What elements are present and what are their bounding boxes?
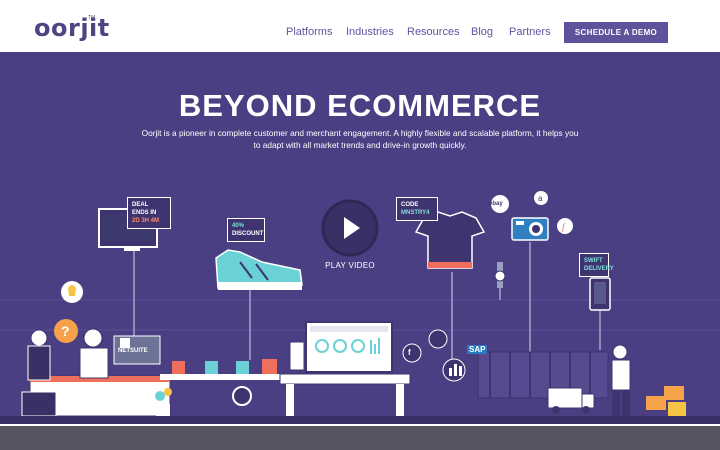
lightbulb-icon [61, 281, 83, 303]
ebay-logo: ebay [489, 201, 503, 207]
hero-subtitle: Oorjit is a pioneer in complete customer… [141, 128, 579, 150]
facebook-icon [402, 343, 422, 363]
smartwatch-icon [494, 262, 506, 288]
conveyor-packages [160, 359, 300, 406]
svg-text:a: a [538, 194, 543, 203]
play-video-button[interactable] [322, 200, 378, 256]
facebook-logo: f [408, 348, 411, 357]
deal-tag-title: DEAL ENDS IN [132, 202, 157, 216]
twitter-icon [428, 329, 448, 349]
delivery-person-icon [611, 344, 631, 416]
cardboard-boxes-icon [646, 386, 686, 416]
swift-tag-line1: SWIFT [584, 258, 603, 264]
shop-badge-icon [557, 218, 573, 234]
promo-code-value: MNSTRY4 [401, 210, 430, 216]
svg-text:?: ? [61, 323, 70, 339]
discount-tag-value: 40% [232, 223, 245, 229]
hero-section: a f ? BEYOND ECOMMERCE Oorjit is a pione… [0, 0, 720, 424]
sneaker-icon [215, 249, 303, 290]
sap-logo: SAP [467, 345, 488, 354]
question-bubble-icon: ? [54, 319, 78, 343]
bottom-band [0, 424, 720, 450]
discount-tag: 40% DISCOUNT [227, 218, 265, 242]
hero-headline: BEYOND ECOMMERCE [178, 88, 542, 123]
swift-tag-line2: DELIVERY [584, 266, 614, 272]
promo-code-title: CODE [401, 202, 419, 208]
promo-code-tag: CODE MNSTRY4 [396, 197, 438, 221]
warehouse-icon [477, 351, 609, 399]
discount-tag-label: DISCOUNT [232, 231, 264, 237]
play-video-label[interactable]: PLAY VIDEO [310, 261, 390, 270]
camera-icon [511, 217, 549, 241]
netsuite-logo: NETSUITE [118, 348, 148, 354]
analytics-dashboard-laptop [279, 321, 411, 416]
deal-ends-tag: DEAL ENDS IN 2D 3H 4M [127, 197, 171, 229]
deal-tag-countdown: 2D 3H 4M [132, 218, 160, 224]
swift-delivery-tag: SWIFT DELIVERY [579, 253, 614, 277]
office-desk-scene [21, 328, 171, 417]
smartphone-icon [589, 277, 611, 311]
